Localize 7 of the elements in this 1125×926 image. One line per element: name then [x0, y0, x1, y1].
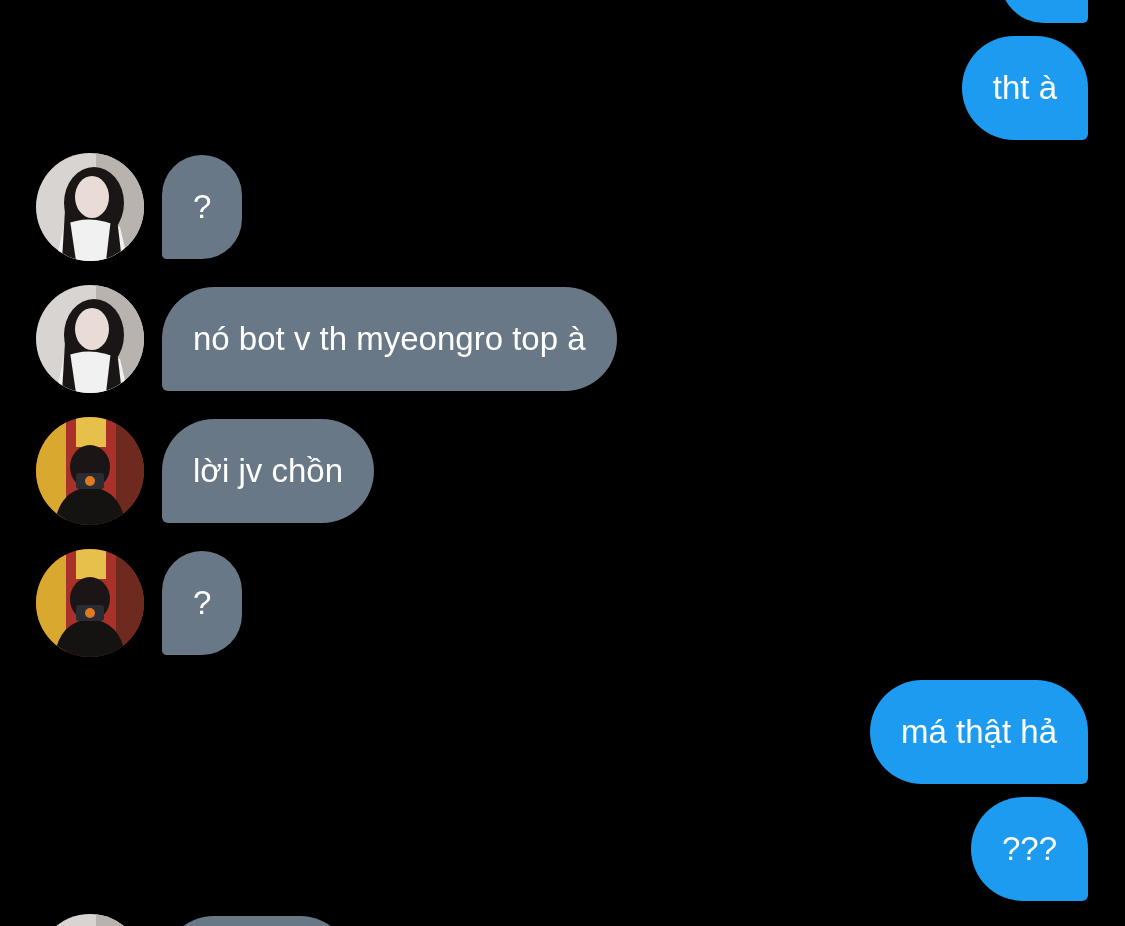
received-message-bubble: ? — [162, 155, 243, 259]
received-message-bubble: lời jv chồn — [162, 419, 375, 523]
received-message-bubble: nó bot v th myeongro top à — [162, 287, 617, 391]
sent-message-bubble: tht à — [961, 36, 1088, 140]
received-message-bubble: ? — [162, 551, 243, 655]
sent-message-bubble: ??? — [970, 797, 1088, 901]
sent-message-bubble: má thật hả — [870, 680, 1088, 784]
